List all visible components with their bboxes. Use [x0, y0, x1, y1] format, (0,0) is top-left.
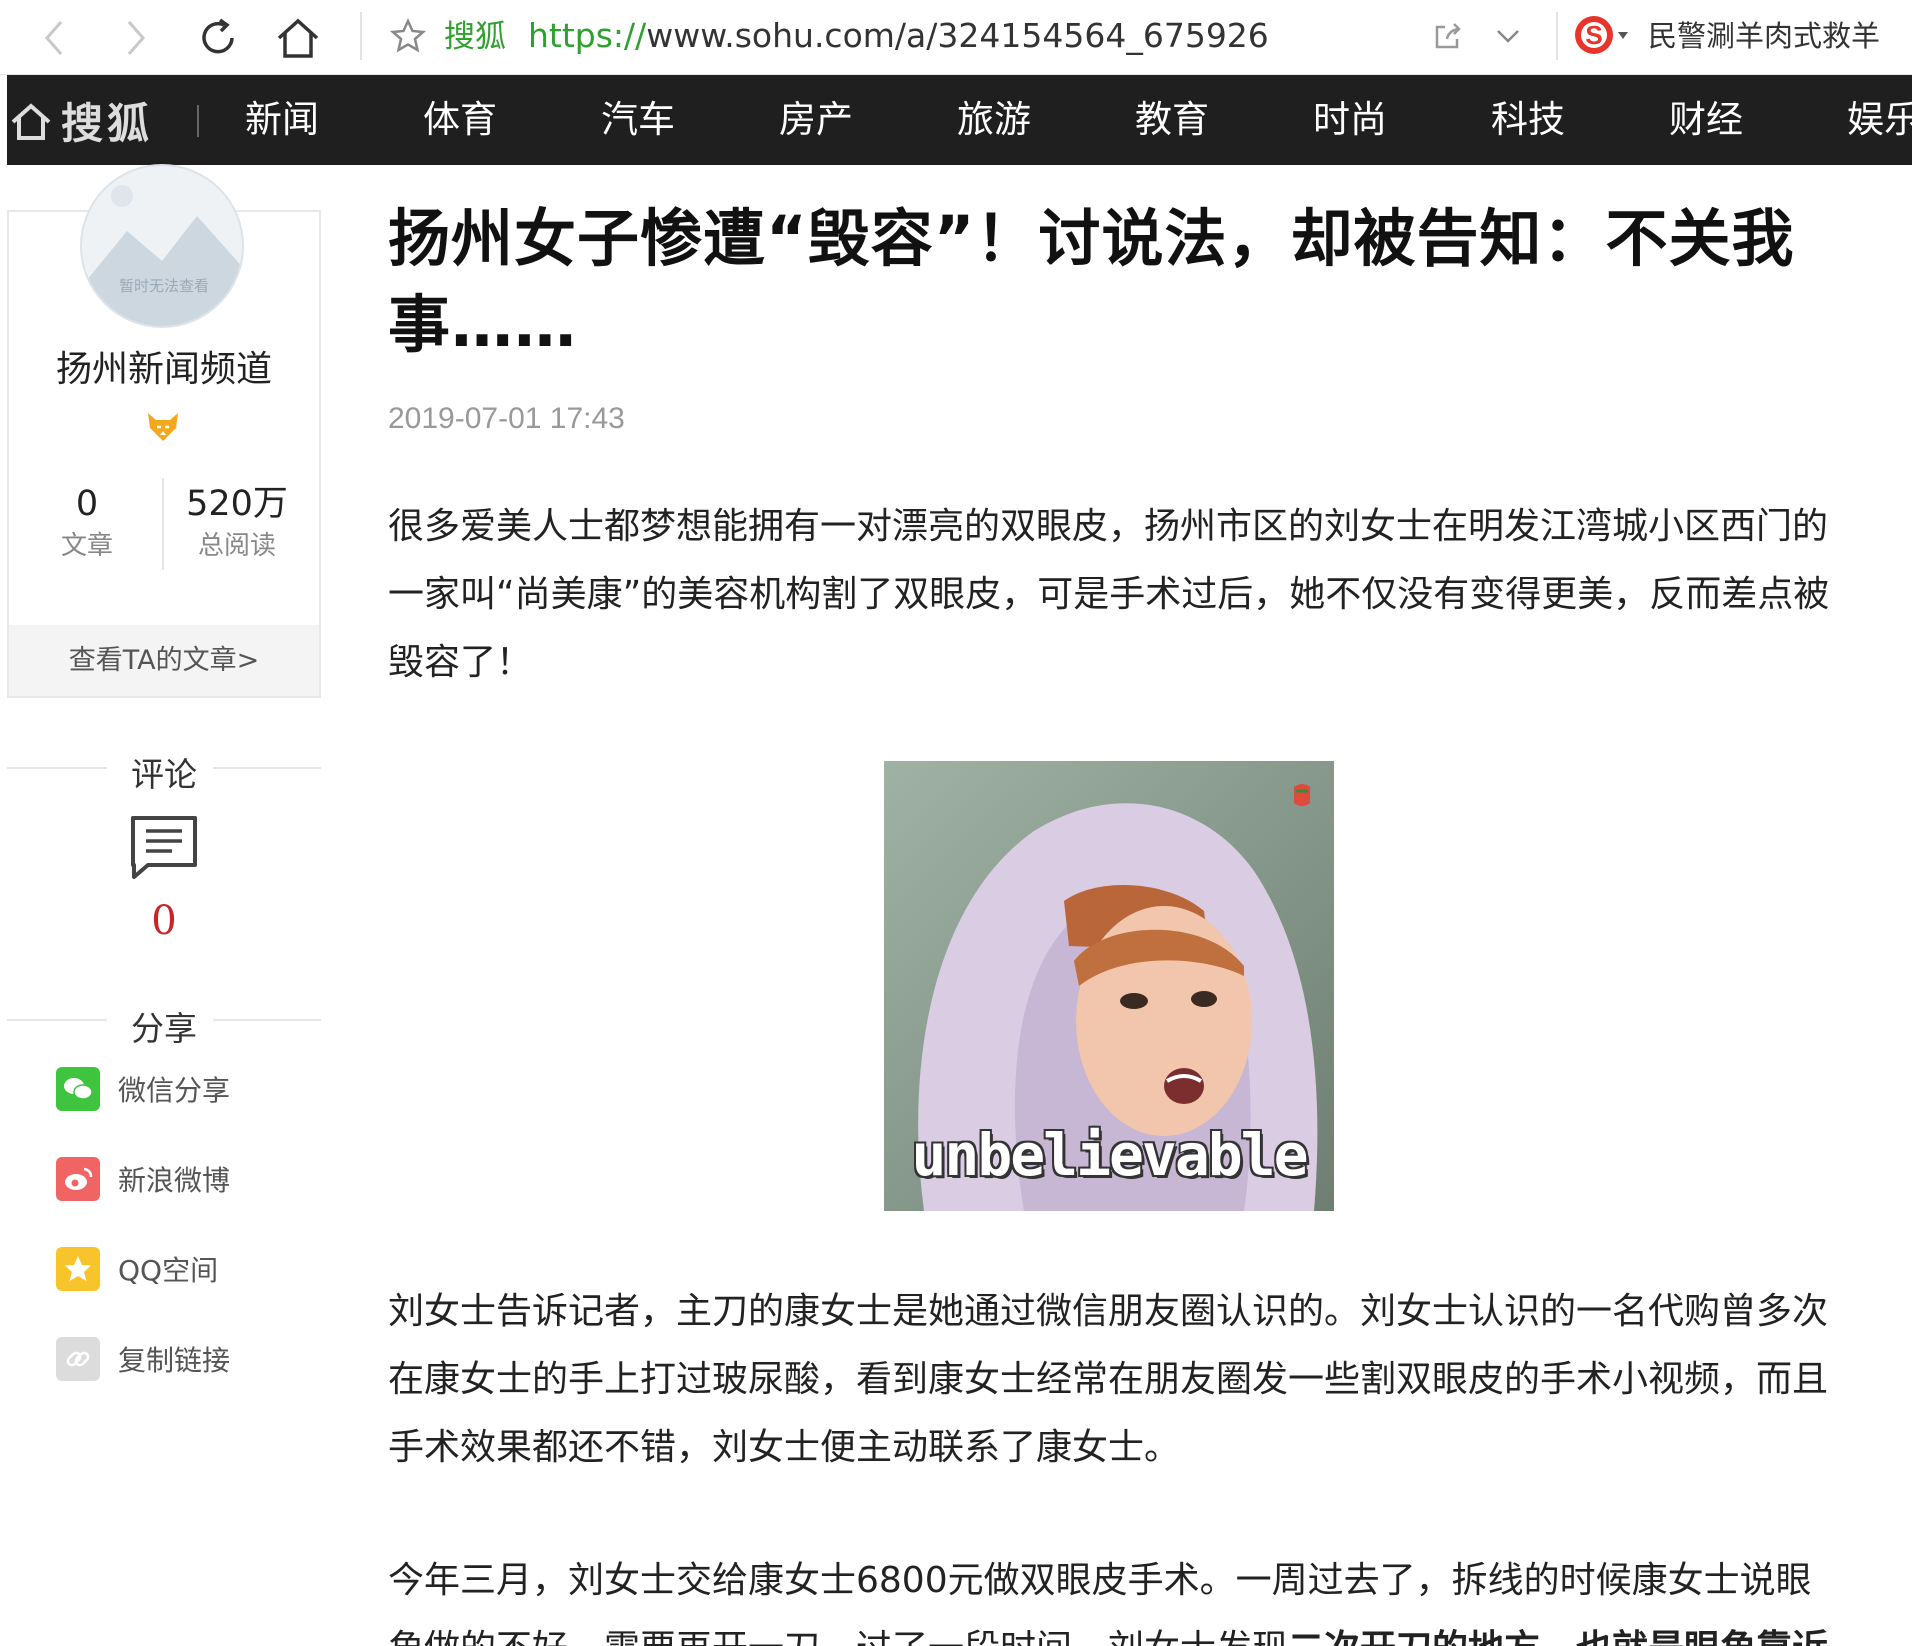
- reads-count: 520万: [186, 484, 288, 524]
- forward-arrow-icon: [127, 21, 145, 55]
- article-image: unbelievable: [884, 761, 1334, 1211]
- nav-item-sports[interactable]: 体育: [423, 75, 497, 165]
- copy-link-label: 复制链接: [118, 1344, 231, 1377]
- home-icon: [277, 18, 319, 58]
- site-name-label: 搜狐: [444, 19, 506, 55]
- site-nav-bar: 搜狐 新闻 体育 汽车 房产 旅游 教育 时尚 科技 财经 娱乐: [7, 75, 1912, 165]
- articles-count: 0: [75, 484, 99, 524]
- toolbar-divider: [1556, 12, 1558, 60]
- share-title: 分享: [131, 1009, 197, 1048]
- articles-stat: 0 文章: [12, 480, 162, 564]
- comments-title: 评论: [131, 755, 197, 794]
- link-icon: [56, 1337, 100, 1381]
- nav-item-finance[interactable]: 财经: [1669, 75, 1743, 165]
- wechat-icon: [56, 1067, 100, 1111]
- share-wechat-label: 微信分享: [118, 1074, 231, 1107]
- share-weibo-label: 新浪微博: [118, 1164, 231, 1197]
- watermark-logo-icon: [1290, 781, 1314, 809]
- qzone-star-icon: [56, 1247, 100, 1291]
- browser-toolbar: 搜狐 https://www.sohu.com/a/324154564_6759…: [0, 0, 1912, 75]
- image-caption: unbelievable: [911, 1121, 1308, 1189]
- reload-icon: [202, 18, 234, 54]
- home-icon: [11, 103, 51, 140]
- nav-item-news[interactable]: 新闻: [245, 75, 319, 165]
- toolbar-divider: [360, 12, 362, 60]
- article-date: 2019-07-01 17:43: [388, 402, 625, 435]
- sohu-logo[interactable]: 搜狐: [7, 75, 153, 165]
- share-page-icon[interactable]: [1428, 16, 1468, 56]
- nav-item-entertainment[interactable]: 娱乐: [1847, 75, 1912, 165]
- reads-stat: 520万 总阅读: [162, 480, 312, 564]
- nav-item-fashion[interactable]: 时尚: [1313, 75, 1387, 165]
- reads-label: 总阅读: [197, 531, 276, 561]
- share-wechat-button[interactable]: 微信分享: [56, 1066, 230, 1112]
- nav-item-auto[interactable]: 汽车: [601, 75, 675, 165]
- sohu-logo-text: 搜狐: [61, 98, 154, 148]
- author-name[interactable]: 扬州新闻频道: [7, 340, 321, 392]
- comment-icon[interactable]: [130, 815, 198, 881]
- svg-text:S: S: [1585, 20, 1602, 50]
- toolbar-news-ticker[interactable]: 民警涮羊肉式救羊: [1648, 14, 1880, 58]
- home-button[interactable]: [268, 8, 328, 68]
- comment-count[interactable]: 0: [7, 898, 321, 944]
- avatar-placeholder-text: 暂时无法查看: [119, 277, 209, 295]
- article-paragraph: 很多爱美人士都梦想能拥有一对漂亮的双眼皮，扬州市区的刘女士在明发江湾城小区西门的…: [388, 506, 1830, 683]
- back-button[interactable]: [24, 8, 84, 68]
- url-protocol: https://: [528, 16, 647, 55]
- address-bar-url[interactable]: https://www.sohu.com/a/324154564_675926: [528, 14, 1269, 58]
- article-paragraph: 今年三月，刘女士交给康女士6800元做双眼皮手术。一周过去了，拆线的时候康女士说…: [388, 1547, 1838, 1646]
- forward-button[interactable]: [106, 8, 166, 68]
- avatar[interactable]: 暂时无法查看: [80, 164, 244, 328]
- article-title: 扬州女子惨遭“毁容”！讨说法，却被告知：不关我事……: [388, 202, 1795, 361]
- nav-item-education[interactable]: 教育: [1135, 75, 1209, 165]
- nav-item-travel[interactable]: 旅游: [957, 75, 1031, 165]
- share-qzone-button[interactable]: QQ空间: [56, 1246, 218, 1292]
- image-placeholder-icon: 暂时无法查看: [82, 185, 242, 326]
- url-path: www.sohu.com/a/324154564_675926: [646, 16, 1269, 55]
- share-qzone-label: QQ空间: [118, 1254, 219, 1287]
- fox-badge-icon: [145, 410, 181, 444]
- bookmark-star-icon[interactable]: [388, 16, 428, 56]
- copy-link-button[interactable]: 复制链接: [56, 1336, 230, 1382]
- articles-label: 文章: [60, 531, 113, 561]
- view-author-articles-link[interactable]: 查看TA的文章>: [9, 625, 319, 696]
- reload-button[interactable]: [188, 8, 248, 68]
- chevron-down-icon[interactable]: [1488, 16, 1528, 56]
- nav-item-realestate[interactable]: 房产: [779, 75, 853, 165]
- nav-item-tech[interactable]: 科技: [1491, 75, 1565, 165]
- article-text-bold: 二次开刀的地方，也就是眼角靠近: [1288, 1628, 1828, 1646]
- share-weibo-button[interactable]: 新浪微博: [56, 1156, 230, 1202]
- back-arrow-icon: [45, 21, 63, 55]
- article-paragraph: 刘女士告诉记者，主刀的康女士是她通过微信朋友圈认识的。刘女士认识的一名代购曾多次…: [388, 1291, 1829, 1468]
- nav-divider: [197, 105, 199, 137]
- weibo-icon: [56, 1157, 100, 1201]
- sogou-search-icon[interactable]: S: [1572, 12, 1628, 58]
